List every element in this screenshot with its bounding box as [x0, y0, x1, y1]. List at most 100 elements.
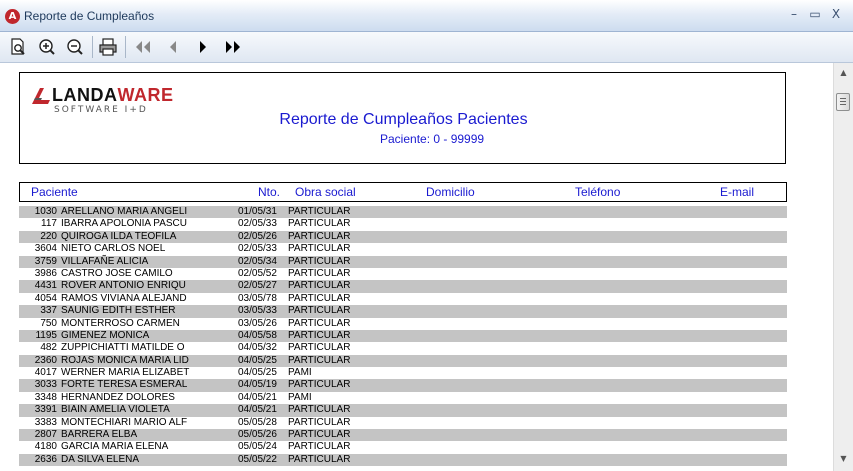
printer-icon [99, 38, 117, 56]
obra-social: PARTICULAR [288, 342, 351, 354]
table-row: 1195 GIMENEZ MONICA 04/05/58 PARTICULAR [19, 329, 787, 343]
obra-social: PARTICULAR [288, 206, 351, 217]
table-row: 3604 NIETO CARLOS NOEL 02/05/33 PARTICULAR [19, 243, 787, 255]
scroll-up-icon[interactable]: ▲ [834, 65, 853, 81]
patient-id: 3986 [34, 267, 57, 279]
next-page-button[interactable] [192, 37, 214, 57]
last-page-icon [226, 41, 240, 53]
scroll-down-icon[interactable]: ▼ [834, 451, 853, 467]
birth-date: 04/05/21 [238, 391, 277, 403]
patient-name: BARRERA ELBA [61, 429, 138, 441]
table-row: 4180 GARCIA MARIA ELENA 05/05/24 PARTICULAR [19, 441, 787, 453]
vertical-scrollbar[interactable]: ▲ ▼ [833, 63, 853, 471]
scroll-thumb[interactable] [836, 93, 850, 111]
report-subtitle: Paciente: 0 - 99999 [380, 132, 485, 146]
minimize-button[interactable]: – [785, 6, 803, 22]
app-icon: A [5, 9, 20, 24]
page-preview-button[interactable] [7, 37, 29, 57]
obra-social: PARTICULAR [288, 230, 351, 242]
patient-name: QUIROGA ILDA TEOFILA [61, 230, 177, 242]
landaware-logo-icon [32, 87, 50, 104]
close-button[interactable]: X [827, 6, 845, 22]
zoom-out-button[interactable] [64, 37, 86, 57]
birth-date: 05/05/22 [238, 453, 277, 465]
table-row: 3348 HERNANDEZ DOLORES 04/05/21 PAMI [19, 392, 787, 404]
last-page-button[interactable] [222, 37, 244, 57]
obra-social: PAMI [288, 391, 312, 403]
patient-id: 3759 [34, 255, 57, 267]
patient-name: ROJAS MONICA MARIA LID [61, 354, 189, 366]
table-row: 750 MONTERROSO CARMEN 03/05/26 PARTICULAR [19, 318, 787, 330]
patient-id: 3604 [34, 243, 57, 255]
birth-date: 04/05/32 [238, 342, 277, 354]
table-row: 1030 ARELLANO MARIA ANGELI 01/05/31 PARTICU… [19, 206, 787, 219]
table-row: 482 ZUPPICHIATTI MATILDE O 04/05/32 PARTICU… [19, 342, 787, 354]
table-row: 4431 ROVER ANTONIO ENRIQU 02/05/27 PARTICUL… [19, 280, 787, 293]
table-row: 3383 MONTECHIARI MARIO ALF 05/05/28 PARTICU… [19, 417, 787, 429]
table-row: 3759 VILLAFAÑE ALICIA 02/05/34 PARTICULAR [19, 255, 787, 268]
birth-date: 02/05/52 [238, 267, 277, 279]
obra-social: PARTICULAR [288, 305, 351, 317]
birth-date: 03/05/33 [238, 305, 277, 317]
column-paciente: Paciente [31, 185, 78, 199]
obra-social: PARTICULAR [288, 255, 351, 267]
patient-id: 4431 [34, 280, 57, 292]
birth-date: 04/05/25 [238, 354, 277, 366]
patient-id: 2807 [34, 429, 57, 441]
patient-name: HERNANDEZ DOLORES [61, 391, 175, 403]
birth-date: 03/05/26 [238, 317, 277, 329]
birth-date: 05/05/28 [238, 416, 277, 428]
patient-name: IBARRA APOLONIA PASCU [61, 218, 187, 230]
patient-name: NIETO CARLOS NOEL [61, 243, 166, 255]
maximize-button[interactable]: ▭ [806, 6, 824, 22]
first-page-icon [136, 41, 150, 53]
column-header-row: Paciente Nto. Obra social Domicilio Telé… [19, 182, 787, 202]
birth-date: 02/05/33 [238, 243, 277, 255]
patient-id: 482 [40, 342, 57, 354]
table-row: 4054 RAMOS VIVIANA ALEJAND 03/05/78 PARTICU… [19, 293, 787, 305]
birth-date: 04/05/19 [238, 379, 277, 391]
column-nto: Nto. [258, 185, 281, 199]
column-telefono: Teléfono [575, 185, 621, 199]
zoom-in-button[interactable] [36, 37, 58, 57]
obra-social: PARTICULAR [288, 317, 351, 329]
patient-id: 3383 [34, 416, 57, 428]
patient-name: ARELLANO MARIA ANGELI [61, 206, 188, 217]
birth-date: 01/05/31 [238, 206, 277, 217]
table-row: 117 IBARRA APOLONIA PASCU 02/05/33 PARTICUL… [19, 218, 787, 230]
report-viewport[interactable]: LANDAWARE SOFTWARE I+D Reporte de Cumple… [0, 63, 833, 471]
column-obra-social: Obra social [295, 185, 356, 199]
obra-social: PARTICULAR [288, 453, 351, 465]
birth-date: 02/05/27 [238, 280, 277, 292]
column-email: E-mail [720, 185, 755, 199]
patient-name: BIAIN AMELIA VIOLETA [61, 404, 170, 416]
patient-id: 750 [40, 317, 57, 329]
obra-social: PARTICULAR [288, 243, 351, 255]
patient-name: WERNER MARIA ELIZABET [61, 367, 190, 379]
table-row: 337 SAUNIG EDITH ESTHER 03/05/33 PARTICULAR [19, 305, 787, 318]
obra-social: PARTICULAR [288, 218, 351, 230]
birth-date: 04/05/58 [238, 329, 277, 341]
patient-id: 220 [40, 230, 57, 242]
patient-id: 3348 [34, 391, 57, 403]
obra-social: PARTICULAR [288, 416, 351, 428]
patient-name: GIMENEZ MONICA [61, 329, 150, 341]
birth-date: 03/05/78 [238, 292, 277, 304]
zoom-in-icon [39, 39, 55, 55]
patient-name: ZUPPICHIATTI MATILDE O [61, 342, 185, 354]
first-page-button[interactable] [132, 37, 154, 57]
next-page-icon [200, 41, 206, 53]
patient-name: RAMOS VIVIANA ALEJAND [61, 292, 187, 304]
print-button[interactable] [97, 37, 119, 57]
previous-page-button[interactable] [162, 37, 184, 57]
patient-id: 2360 [34, 354, 57, 366]
patient-id: 1030 [34, 206, 57, 217]
table-row: 3033 FORTE TERESA ESMERAL 04/05/19 PARTICUL… [19, 379, 787, 392]
obra-social: PARTICULAR [288, 379, 351, 391]
obra-social: PARTICULAR [288, 292, 351, 304]
obra-social: PARTICULAR [288, 441, 351, 453]
table-row: 4017 WERNER MARIA ELIZABET 04/05/25 PAMI [19, 367, 787, 379]
patient-id: 4054 [34, 292, 57, 304]
window-title: Reporte de Cumpleaños [24, 9, 155, 23]
patient-id: 2636 [34, 453, 57, 465]
